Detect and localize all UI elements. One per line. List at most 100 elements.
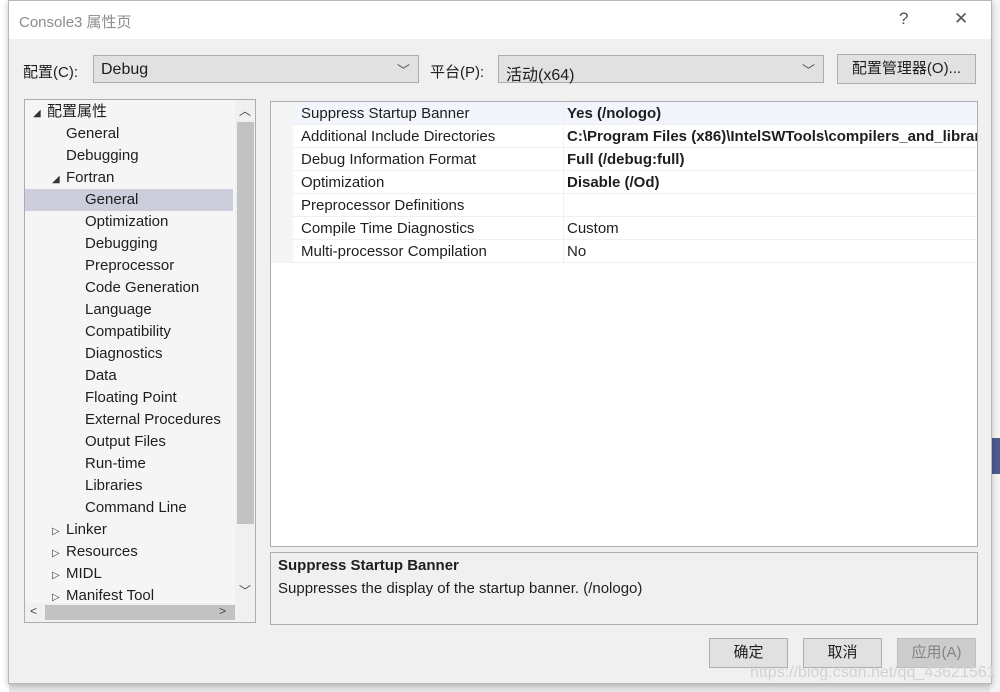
tree-item[interactable]: ▷ Linker [25, 519, 233, 541]
tree-item-label: Linker [66, 521, 107, 538]
tree-item-label: Fortran [66, 169, 115, 186]
tree-item-label: MIDL [66, 565, 102, 582]
column-divider [563, 240, 564, 263]
row-gutter [271, 217, 293, 240]
tree-item-label: General [85, 191, 139, 208]
property-value[interactable]: Full (/debug:full) [567, 151, 684, 168]
chevron-down-icon: ﹀ [396, 63, 410, 78]
tree-item[interactable]: ◢ 配置属性 [25, 101, 233, 123]
tree-item-label: Preprocessor [85, 257, 175, 274]
row-gutter [271, 194, 293, 217]
row-gutter [271, 240, 293, 263]
chevron-down-icon: ﹀ [801, 63, 815, 78]
tree-item[interactable]: Diagnostics [25, 343, 233, 365]
platform-select[interactable]: 活动(x64) ﹀ [498, 55, 824, 84]
tree-item[interactable]: Compatibility [25, 321, 233, 343]
property-name: Additional Include Directories [301, 128, 496, 145]
tree-item[interactable]: Command Line [25, 497, 233, 519]
column-divider [563, 194, 564, 217]
cancel-button[interactable]: 取消 [803, 638, 882, 668]
property-row[interactable]: Suppress Startup Banner Yes (/nologo) [271, 102, 977, 125]
description-panel: Suppress Startup Banner Suppresses the d… [270, 552, 978, 625]
tree-item-label: Run-time [85, 455, 146, 472]
row-gutter [271, 171, 293, 194]
tree-item[interactable]: Code Generation [25, 277, 233, 299]
scroll-up-icon[interactable]: ︿ [239, 102, 251, 119]
tree-item[interactable]: ◢ Fortran [25, 167, 233, 189]
tree-item[interactable]: Floating Point [25, 387, 233, 409]
property-name: Compile Time Diagnostics [301, 220, 475, 237]
property-row[interactable]: Multi-processor Compilation No [271, 240, 977, 263]
scroll-thumb[interactable] [45, 605, 235, 620]
config-label: 配置(C): [23, 64, 78, 81]
title-bar: Console3 属性页 ? ✕ [9, 1, 991, 39]
tree-item-label: Floating Point [85, 389, 177, 406]
tree-item-label: Language [85, 301, 152, 318]
tree-item[interactable]: Libraries [25, 475, 233, 497]
collapsed-arrow-icon[interactable]: ▷ [52, 565, 66, 587]
column-divider [563, 102, 564, 125]
tree-item[interactable]: ▷ Resources [25, 541, 233, 563]
property-row[interactable]: Compile Time Diagnostics Custom [271, 217, 977, 240]
expanded-arrow-icon[interactable]: ◢ [33, 103, 47, 125]
property-value[interactable]: No [567, 243, 586, 260]
property-tree: ▷ Manifest Tool ▷ MIDL ▷ Resources ▷ Linker Comm… [24, 99, 256, 623]
tree-item-label: External Procedures [85, 411, 221, 428]
tree-item[interactable]: Output Files [25, 431, 233, 453]
row-gutter [271, 125, 293, 148]
description-title: Suppress Startup Banner [278, 557, 459, 574]
help-button[interactable]: ? [899, 9, 908, 29]
tree-item[interactable]: Preprocessor [25, 255, 233, 277]
tree-item[interactable]: General [25, 123, 233, 145]
row-gutter [271, 102, 293, 125]
scroll-right-icon[interactable]: > [219, 604, 226, 618]
property-row[interactable]: Debug Information Format Full (/debug:ful… [271, 148, 977, 171]
scroll-thumb[interactable] [237, 122, 254, 524]
tree-item[interactable]: External Procedures [25, 409, 233, 431]
row-gutter [271, 148, 293, 171]
collapsed-arrow-icon[interactable]: ▷ [52, 543, 66, 565]
window-title: Console3 属性页 [19, 14, 132, 31]
property-value[interactable]: Disable (/Od) [567, 174, 660, 191]
scroll-down-icon[interactable]: ﹀ [239, 582, 251, 599]
property-value[interactable]: Yes (/nologo) [567, 105, 661, 122]
tree-item[interactable]: Run-time [25, 453, 233, 475]
tree-item[interactable]: Data [25, 365, 233, 387]
tree-item-label: 配置属性 [47, 103, 108, 120]
property-name: Optimization [301, 174, 385, 191]
tree-item-label: Command Line [85, 499, 187, 516]
close-button[interactable]: ✕ [954, 9, 968, 29]
description-text: Suppresses the display of the startup ba… [278, 580, 643, 597]
tree-item-label: Libraries [85, 477, 143, 494]
property-row[interactable]: Optimization Disable (/Od) [271, 171, 977, 194]
property-grid: Suppress Startup Banner Yes (/nologo) Addi… [270, 101, 978, 547]
tree-item[interactable]: Debugging [25, 145, 233, 167]
tree-item-label: Manifest Tool [66, 587, 155, 604]
property-row[interactable]: Additional Include Directories C:\Program… [271, 125, 977, 148]
config-manager-button[interactable]: 配置管理器(O)... [837, 54, 976, 84]
property-name: Debug Information Format [301, 151, 477, 168]
property-name: Multi-processor Compilation [301, 243, 487, 260]
config-select[interactable]: Debug ﹀ [93, 55, 419, 83]
tree-item-label: Optimization [85, 213, 169, 230]
tree-item[interactable]: Language [25, 299, 233, 321]
property-value[interactable]: C:\Program Files (x86)\IntelSWTools\comp… [567, 128, 977, 145]
tree-item-label: Debugging [66, 147, 139, 164]
collapsed-arrow-icon[interactable]: ▷ [52, 521, 66, 543]
tree-item[interactable]: General [25, 189, 233, 211]
tree-item[interactable]: Optimization [25, 211, 233, 233]
tree-item[interactable]: Debugging [25, 233, 233, 255]
expanded-arrow-icon[interactable]: ◢ [52, 169, 66, 191]
tree-vertical-scrollbar[interactable]: ︿ ﹀ [235, 100, 255, 604]
property-row[interactable]: Preprocessor Definitions [271, 194, 977, 217]
apply-button[interactable]: 应用(A) [897, 638, 976, 668]
tree-item-label: Diagnostics [85, 345, 163, 362]
platform-value: 活动(x64) [506, 67, 575, 84]
tree-item[interactable]: ▷ MIDL [25, 563, 233, 585]
property-value[interactable]: Custom [567, 220, 619, 237]
tree-item-label: Compatibility [85, 323, 171, 340]
column-divider [563, 171, 564, 194]
scroll-left-icon[interactable]: < [30, 604, 37, 618]
tree-horizontal-scrollbar[interactable]: < > [25, 603, 255, 622]
ok-button[interactable]: 确定 [709, 638, 788, 668]
